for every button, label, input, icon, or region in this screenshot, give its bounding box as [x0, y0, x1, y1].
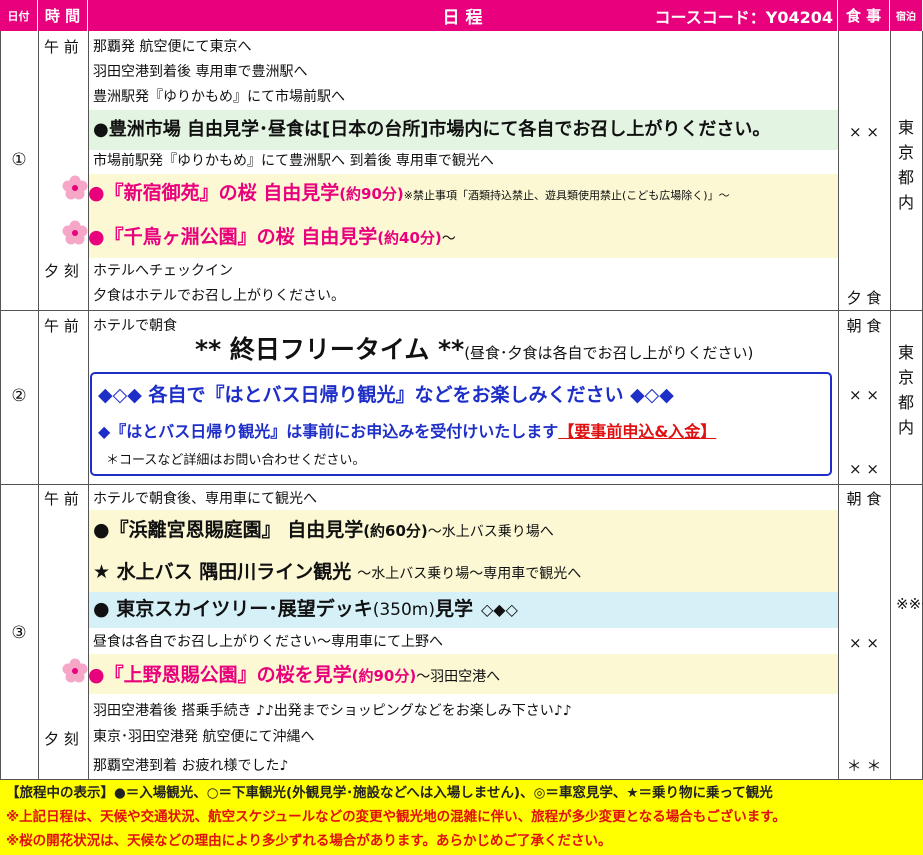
- day2-meal-lunch: × ×: [849, 386, 879, 404]
- day1-line8: ホテルへチェックイン: [93, 263, 233, 279]
- day1-line5: 市場前駅発『ゆりかもめ』にて豊洲駅へ 到着後 専用車で観光へ: [93, 153, 494, 169]
- day3-meal-breakfast: 朝 食: [846, 490, 882, 508]
- day3-water-bus-main: ★ 水上バス 隅田川ライン観光: [93, 561, 352, 583]
- day1-shinjuku-main: ●『新宿御苑』の桜 自由見学: [88, 182, 340, 204]
- day2-meal-breakfast: 朝 食: [846, 317, 882, 335]
- day2-free-time: ** 終日フリータイム **(昼食･夕食は各自でお召し上がりください): [195, 336, 753, 368]
- footer-note2: ※桜の開花状況は、天候などの理由により多少ずれる場合があります。あらかじめご了承…: [6, 833, 612, 849]
- hatobus-reservation-required: 【要事前申込&入金】: [558, 422, 717, 441]
- day1-chidorigafuchi-tail: ～: [441, 231, 456, 247]
- day3-hamarikyu: ●『浜離宮恩賜庭園』 自由見学(約60分)～水上バス乗り場へ: [93, 521, 554, 541]
- header-schedule-label: 日 程: [442, 8, 483, 28]
- hatobus-line3: ＊コースなど詳細はお問い合わせください。: [106, 453, 366, 468]
- hatobus-notice-box: ◆◇◆ 各自で『はとバス日帰り観光』などをお楽しみください ◆◇◆ ◆『はとバス…: [90, 372, 832, 476]
- day3-skytree: ● 東京スカイツリー･展望デッキ(350m)見学 ◇◆◇: [93, 600, 518, 620]
- day2-free-note: (昼食･夕食は各自でお召し上がりください): [464, 344, 754, 362]
- day3-stay: ※※※: [896, 595, 923, 613]
- day1-line9: 夕食はホテルでお召し上がりください。: [93, 288, 345, 304]
- day3-hamarikyu-main: ●『浜離宮恩賜庭園』 自由見学: [93, 519, 364, 541]
- day1-stay: 東京都内: [897, 118, 914, 212]
- header-meal: 食 事: [838, 0, 890, 31]
- day1-am-label: 午 前: [44, 38, 79, 56]
- day1-meal-lunch: × ×: [849, 123, 879, 141]
- day3-skytree-a: ● 東京スカイツリー･展望デッキ: [93, 598, 373, 620]
- day3-ueno: ●『上野恩賜公園』の桜を見学(約90分)～羽田空港へ: [88, 666, 500, 686]
- footer-legend: 【旅程中の表示】●＝入場観光、○＝下車観光(外観見学･施設などへは入場しません)…: [6, 785, 773, 801]
- day1-pm-label: 夕 刻: [44, 262, 79, 280]
- hatobus-line1: ◆◇◆ 各自で『はとバス日帰り観光』などをお楽しみください ◆◇◆: [98, 384, 674, 406]
- day3-line9: 那覇空港到着 お疲れ様でした♪: [93, 758, 289, 774]
- header-schedule: 日 程 コースコード：Y04204: [88, 0, 838, 31]
- day3-line5: 昼食は各自でお召し上がりください～専用車にて上野へ: [93, 634, 443, 650]
- day1-line2: 羽田空港到着後 専用車で豊洲駅へ: [93, 64, 308, 80]
- day1-line1: 那覇発 航空便にて東京へ: [93, 39, 252, 55]
- hatobus-line2: ◆『はとバス日帰り観光』は事前にお申込みを受付けいたします【要事前申込&入金】: [98, 422, 716, 442]
- day2-am-label: 午 前: [44, 317, 79, 335]
- footer-note1: ※上記日程は、天候や交通状況、航空スケジュールなどの変更や観光地の混雑に伴い、旅…: [6, 809, 786, 825]
- day3-number: ③: [11, 623, 27, 643]
- day3-skytree-height: (350m): [372, 600, 435, 620]
- day1-chidorigafuchi-main: ●『千鳥ヶ淵公園』の桜 自由見学: [88, 226, 378, 248]
- day3-hamarikyu-duration: (約60分): [363, 522, 428, 540]
- day3-skytree-d: ◇◆◇: [481, 600, 518, 619]
- day1-toyosu-market: ●豊洲市場 自由見学･昼食は[日本の台所]市場内にて各自でお召し上がりください。: [93, 119, 771, 140]
- day3-line7: 羽田空港着後 搭乗手続き ♪♪出発までショッピングなどをお楽しみ下さい♪♪: [93, 703, 572, 719]
- day3-hamarikyu-tail: ～水上バス乗り場へ: [427, 524, 554, 540]
- day2-meal-dinner: × ×: [849, 460, 879, 478]
- header-course-code: コースコード：Y04204: [654, 7, 833, 27]
- day3-am-label: 午 前: [44, 490, 79, 508]
- day3-meal-dinner: ＊ ＊: [846, 757, 882, 775]
- day2-number: ②: [11, 386, 27, 406]
- day3-pm-label: 夕 刻: [44, 730, 79, 748]
- header-stay: 宿泊: [890, 0, 923, 31]
- day1-shinjuku-duration: (約90分): [339, 185, 404, 203]
- sakura-flower-icon: [62, 175, 88, 200]
- day3-water-bus: ★ 水上バス 隅田川ライン観光 ～水上バス乗り場～専用車で観光へ: [93, 563, 581, 583]
- header-date: 日付: [0, 0, 38, 31]
- header-time: 時 間: [38, 0, 88, 31]
- day1-line3: 豊洲駅発『ゆりかもめ』にて市場前駅へ: [93, 89, 345, 105]
- day1-shinjuku-note: ※禁止事項「酒類持込禁止、遊具類使用禁止(こども広場除く)」～: [403, 189, 730, 202]
- day3-ueno-main: ●『上野恩賜公園』の桜を見学: [88, 664, 352, 686]
- day3-ueno-duration: (約90分): [351, 667, 417, 685]
- day1-chidorigafuchi: ●『千鳥ヶ淵公園』の桜 自由見学(約40分)～: [88, 228, 456, 248]
- sakura-flower-icon: [62, 220, 88, 245]
- itinerary-table: 日付 時 間 日 程 コースコード：Y04204 食 事 宿泊 ① 午 前 夕 …: [0, 0, 923, 855]
- day2-line1: ホテルで朝食: [93, 318, 177, 334]
- day2-free-main: ** 終日フリータイム **: [195, 335, 465, 364]
- footer-notes: 【旅程中の表示】●＝入場観光、○＝下車観光(外観見学･施設などへは入場しません)…: [0, 780, 923, 855]
- day3-water-bus-tail: ～水上バス乗り場～専用車で観光へ: [357, 566, 582, 582]
- day3-skytree-c: 見学: [434, 598, 473, 620]
- day1-number: ①: [11, 150, 27, 170]
- day1-shinjuku-gyoen: ●『新宿御苑』の桜 自由見学(約90分)※禁止事項「酒類持込禁止、遊具類使用禁止…: [88, 184, 730, 205]
- day1-chidorigafuchi-duration: (約40分): [377, 229, 442, 247]
- hatobus-line2-text: ◆『はとバス日帰り観光』は事前にお申込みを受付けいたします: [98, 422, 559, 441]
- day1-meal-dinner: 夕 食: [846, 289, 882, 307]
- day3-line1: ホテルで朝食後、専用車にて観光へ: [93, 491, 317, 507]
- day2-stay: 東京都内: [897, 343, 914, 437]
- day3-meal-lunch: × ×: [849, 634, 879, 652]
- day3-line8: 東京･羽田空港発 航空便にて沖縄へ: [93, 729, 315, 745]
- sakura-flower-icon: [62, 658, 88, 683]
- day3-ueno-tail: ～羽田空港へ: [416, 669, 501, 685]
